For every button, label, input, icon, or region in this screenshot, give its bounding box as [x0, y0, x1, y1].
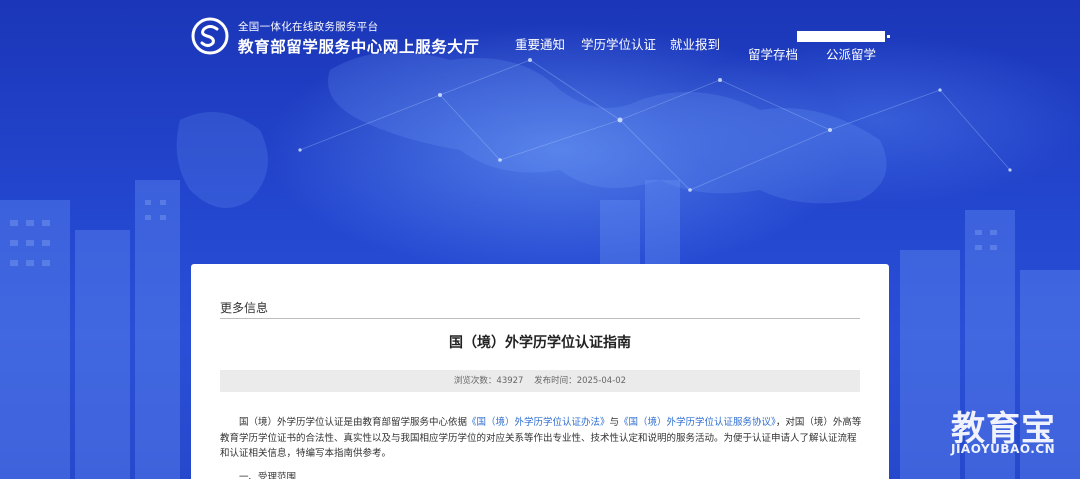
watermark-en: JIAOYUBAO.CN — [951, 442, 1056, 456]
section-label: 更多信息 — [220, 301, 269, 315]
paragraph-text-2: 与 — [609, 417, 620, 428]
views-label: 浏览次数： — [453, 376, 497, 386]
nav-employment-registration[interactable]: 就业报到 — [670, 34, 720, 53]
nav-government-sponsored-study[interactable]: 公派留学 — [826, 44, 876, 63]
article-meta-bar: 浏览次数：43927 发布时间：2025-04-02 — [220, 370, 860, 392]
divider — [220, 318, 860, 319]
section-heading-scope: 一、受理范围 — [239, 472, 297, 479]
views-count-text: 浏览次数：43927 — [454, 376, 524, 386]
publish-date-text: 发布时间：2025-04-02 — [534, 376, 626, 386]
redacted-bar — [797, 31, 885, 42]
link-certification-measures[interactable]: 《国（境）外学历学位认证办法》 — [467, 417, 610, 428]
date-value: 2025-04-02 — [576, 376, 627, 386]
article-title: 国（境）外学历学位认证指南 — [449, 335, 631, 351]
article-card: 更多信息 国（境）外学历学位认证指南 浏览次数：43927 发布时间：2025-… — [191, 264, 889, 479]
site-title[interactable]: 教育部留学服务中心网上服务大厅 — [238, 35, 480, 57]
nav-degree-certification[interactable]: 学历学位认证 — [581, 34, 656, 53]
link-certification-service-agreement[interactable]: 《国（境）外学历学位认证服务协议》 — [619, 417, 776, 428]
nav-study-abroad-archive[interactable]: 留学存档 — [748, 44, 798, 63]
site-header: 全国一体化在线政务服务平台 教育部留学服务中心网上服务大厅 重要通知 学历学位认… — [0, 0, 1080, 70]
views-value: 43927 — [496, 376, 524, 386]
paragraph-text-1: 国（境）外学历学位认证是由教育部留学服务中心依据 — [239, 417, 468, 428]
circle-s-logo-icon[interactable] — [191, 17, 229, 55]
article-paragraph: 国（境）外学历学位认证是由教育部留学服务中心依据《国（境）外学历学位认证办法》与… — [220, 415, 862, 462]
platform-subtitle: 全国一体化在线政务服务平台 — [238, 21, 379, 33]
date-label: 发布时间： — [534, 376, 577, 386]
redacted-dot — [887, 35, 890, 38]
nav-important-notices[interactable]: 重要通知 — [515, 34, 565, 53]
